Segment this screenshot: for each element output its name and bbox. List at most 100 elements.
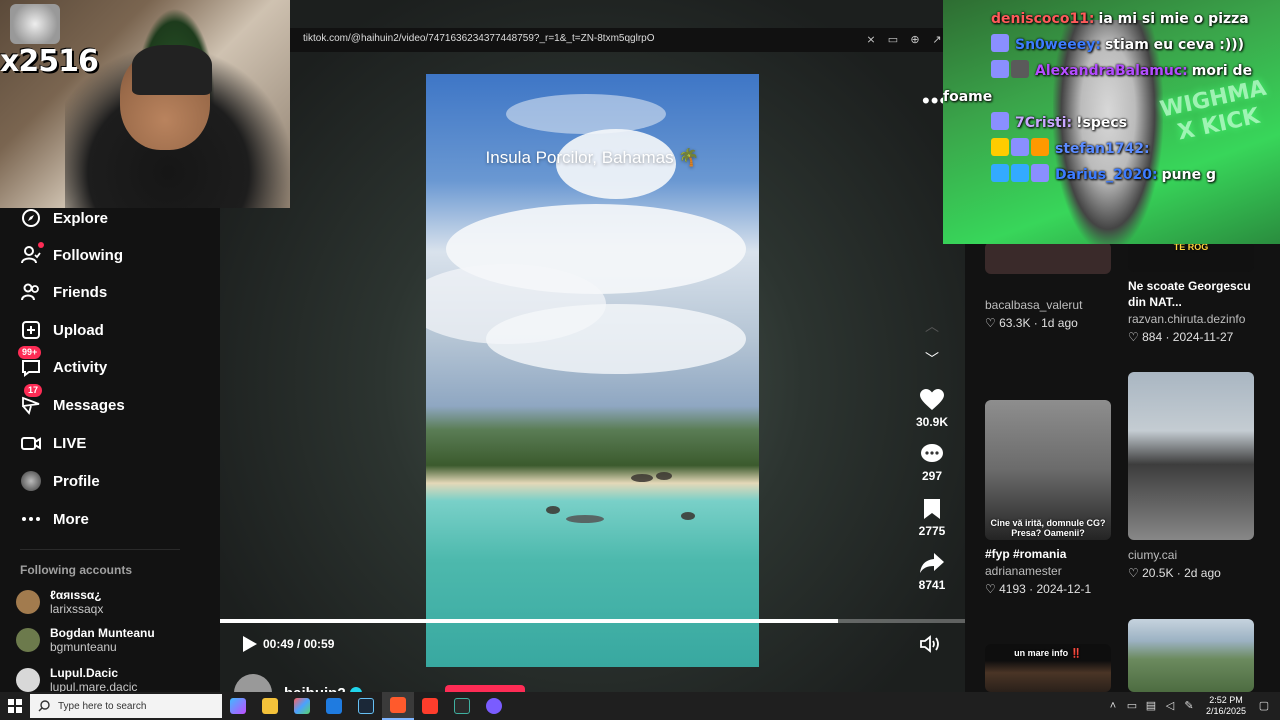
live-icon xyxy=(20,432,42,454)
feed-user: razvan.chiruta.dezinfo xyxy=(1128,312,1246,326)
chat-message: 7Cristi: !specs xyxy=(943,110,1274,136)
sidebar-item-label: More xyxy=(53,510,89,528)
share-icon[interactable]: ↗ xyxy=(930,33,944,47)
sidebar-item-upload[interactable]: Upload xyxy=(20,317,104,343)
feed-card[interactable] xyxy=(1128,619,1254,692)
clock-time: 2:52 PM xyxy=(1209,695,1243,705)
sidebar-item-label: Profile xyxy=(53,472,100,490)
share-count: 8741 xyxy=(918,578,946,592)
start-button[interactable] xyxy=(0,692,30,720)
network-icon[interactable]: ▤ xyxy=(1143,698,1159,714)
following-account[interactable]: Lupul.Dacic lupul.mare.dacic xyxy=(16,662,137,692)
bookmark-icon xyxy=(912,496,952,522)
sidebar: Explore Following Friends Upload 99+ Act… xyxy=(0,208,220,692)
sidebar-item-live[interactable]: LIVE xyxy=(20,430,86,456)
feed-card[interactable]: ciumy.cai ♡ 20.5K · 2d ago xyxy=(1128,372,1254,580)
sidebar-item-label: Messages xyxy=(53,396,125,414)
brave-app-icon-2[interactable] xyxy=(414,692,446,720)
following-account[interactable]: ℓαяιѕѕα¿ larixssaqx xyxy=(16,584,103,620)
video-caption: Insula Porcilor, Bahamas 🌴 xyxy=(485,148,700,167)
heart-outline-icon: ♡ xyxy=(985,582,1000,596)
progress-bar[interactable] xyxy=(220,619,965,623)
sidebar-item-label: Upload xyxy=(53,321,104,339)
feed-card[interactable]: TE ROG Ne scoate Georgescu din NAT... ra… xyxy=(1128,242,1254,344)
windows-taskbar: Type here to search ˄ ▭ ▤ ◁ ✎ 2:52 PM 2/… xyxy=(0,692,1280,720)
sidebar-item-explore[interactable]: Explore xyxy=(20,205,108,231)
feed-thumbnail: TE ROG xyxy=(1128,242,1254,272)
feed-card[interactable]: Cine vă irită, domnule CG? Presa? Oameni… xyxy=(985,400,1111,596)
sidebar-item-activity[interactable]: 99+ Activity xyxy=(18,346,107,380)
chat-messages: deniscoco11: ia mi si mie o pizza Sn0weee… xyxy=(943,6,1280,188)
heart-icon xyxy=(912,387,952,413)
heart-outline-icon: ♡ xyxy=(1128,330,1143,344)
sidebar-item-profile[interactable]: Profile xyxy=(20,468,100,494)
feed-card[interactable]: bacalbasa_valerut ♡ 63.3K · 1d ago xyxy=(985,242,1111,330)
feed-user: adrianamester xyxy=(985,564,1062,578)
heart-outline-icon: ♡ xyxy=(985,316,1000,330)
video-player-area: tiktok.com/@haihuin2/video/7471636234377… xyxy=(220,0,965,692)
badge-icon xyxy=(1031,138,1049,156)
suggested-feed: bacalbasa_valerut ♡ 63.3K · 1d ago TE RO… xyxy=(965,242,1280,692)
read-aloud-icon[interactable]: ⨯ xyxy=(864,33,878,47)
terminal-app-icon[interactable] xyxy=(446,692,478,720)
taskbar-clock[interactable]: 2:52 PM 2/16/2025 xyxy=(1206,695,1246,717)
following-account[interactable]: Bogdan Munteanu bgmunteanu xyxy=(16,622,155,658)
webcam-overlay: x2516 xyxy=(0,0,290,208)
save-button[interactable]: 2775 xyxy=(912,496,952,538)
badge-icon xyxy=(1011,138,1029,156)
sub-count: x2516 xyxy=(0,44,99,79)
divider xyxy=(20,549,180,550)
feed-thumbnail xyxy=(985,242,1111,274)
follow-button[interactable] xyxy=(445,685,525,692)
sidebar-item-following[interactable]: Following xyxy=(20,242,123,268)
comment-button[interactable]: 297 xyxy=(912,441,952,483)
store-icon[interactable] xyxy=(318,692,350,720)
url-bar[interactable]: tiktok.com/@haihuin2/video/7471636234377… xyxy=(220,28,943,52)
activity-icon: 99+ xyxy=(18,346,42,378)
chat-message: Darius_2020: pune g xyxy=(943,162,1274,188)
notifications-icon[interactable]: ▢ xyxy=(1256,698,1272,714)
screen-icon[interactable]: ▭ xyxy=(886,33,900,47)
feed-user: ciumy.cai xyxy=(1128,548,1178,562)
display-icon[interactable]: ▭ xyxy=(1124,698,1140,714)
chevron-up-icon[interactable]: ˄ xyxy=(1105,698,1121,714)
progress-fill xyxy=(220,619,839,623)
steam-icon[interactable] xyxy=(350,692,382,720)
chevron-down-icon[interactable]: ﹀ xyxy=(920,349,944,373)
avatar xyxy=(16,628,40,652)
video-frame[interactable]: Insula Porcilor, Bahamas 🌴 xyxy=(426,74,759,667)
feed-caption: Ne scoate Georgescu din NAT... xyxy=(1128,279,1251,309)
discord-app-icon[interactable] xyxy=(478,692,510,720)
copilot-app-icon[interactable] xyxy=(222,692,254,720)
feed-stats: ♡ 20.5K · 2d ago xyxy=(1128,566,1221,580)
sidebar-item-messages[interactable]: 17 Messages xyxy=(20,384,125,418)
sidebar-item-label: Friends xyxy=(53,283,108,301)
avatar xyxy=(16,668,40,692)
search-icon xyxy=(38,700,50,712)
share-arrow-icon xyxy=(912,550,952,576)
author-row[interactable]: haihuin2 xyxy=(234,674,362,692)
sidebar-item-friends[interactable]: Friends xyxy=(20,279,107,305)
volume-icon xyxy=(920,635,939,653)
video-time: 00:49 / 00:59 xyxy=(263,637,335,651)
feed-thumbnail: un mare info ‼️ xyxy=(985,644,1111,692)
badge-icon xyxy=(1031,164,1049,182)
zoom-icon[interactable]: ⊕ xyxy=(908,33,922,47)
feed-thumbnail: Cine vă irită, domnule CG? Presa? Oameni… xyxy=(985,400,1111,540)
feed-card[interactable]: un mare info ‼️ xyxy=(985,644,1111,692)
volume-button[interactable] xyxy=(920,635,942,655)
feed-stats: ♡ 4193 · 2024-12-1 xyxy=(985,582,1092,596)
language-icon[interactable]: ✎ xyxy=(1181,698,1197,714)
chat-message: foame xyxy=(943,89,993,105)
file-explorer-icon[interactable] xyxy=(254,692,286,720)
brave-app-icon[interactable] xyxy=(382,692,414,720)
ms-apps-icon[interactable] xyxy=(286,692,318,720)
volume-icon[interactable]: ◁ xyxy=(1162,698,1178,714)
share-button[interactable]: 8741 xyxy=(912,550,952,592)
play-button[interactable] xyxy=(240,635,260,655)
sidebar-item-more[interactable]: More xyxy=(20,506,89,532)
like-button[interactable]: 30.9K xyxy=(912,387,952,429)
chevron-up-icon[interactable]: ︿ xyxy=(920,316,944,340)
taskbar-search-input[interactable]: Type here to search xyxy=(30,694,222,718)
sidebar-item-label: LIVE xyxy=(53,434,87,452)
